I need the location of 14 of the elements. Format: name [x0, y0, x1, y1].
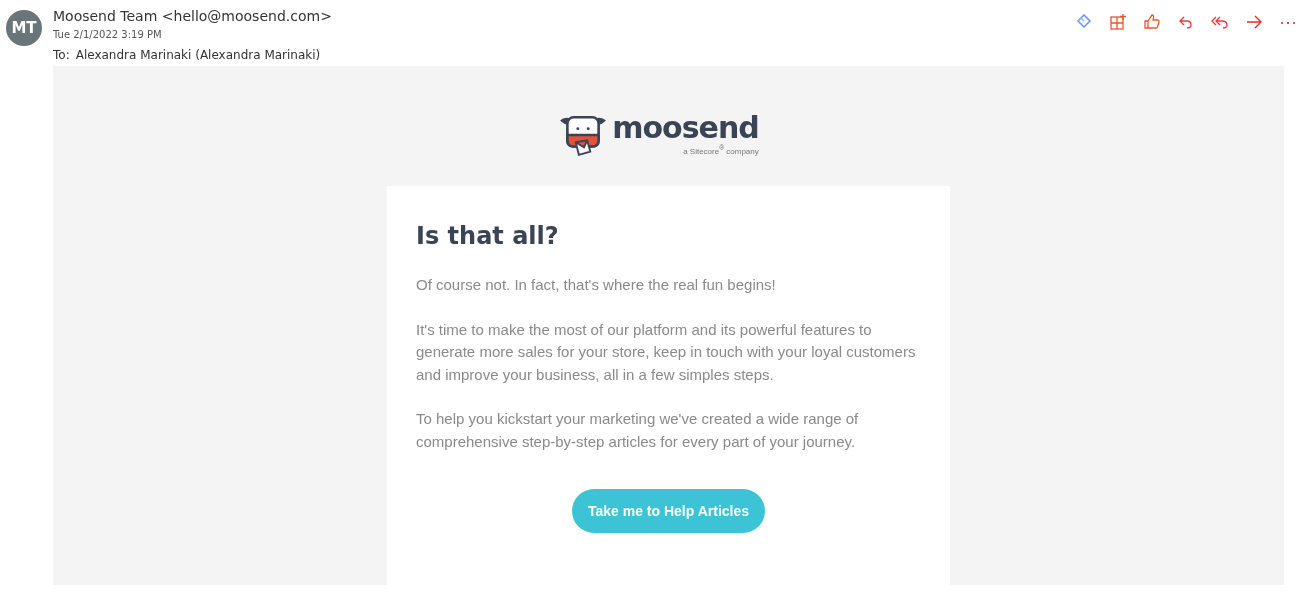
- to-label: To:: [53, 48, 70, 62]
- email-title: Is that all?: [416, 222, 560, 250]
- logo-wordmark: moosend: [612, 113, 759, 144]
- email-paragraph: Of course not. In fact, that's where the real fun begins!: [416, 275, 777, 295]
- thumbs-up-icon[interactable]: [1142, 12, 1162, 32]
- email-paragraph: It's time to make the most of our platform and its powerful features to generate more sales for your store, keep in touch with your loyal customers and improve your business, all in a few simples steps.: [416, 319, 917, 385]
- logo-tagline: a Sitecore$^{®}$ company: [683, 143, 759, 157]
- recipient: Alexandra Marinaki (Alexandra Marinaki): [75, 48, 321, 62]
- help-articles-button[interactable]: Take me to Help Articles: [571, 489, 766, 533]
- email-paragraph: To help you kickstart your marketing we've created a wide range of comprehensive step-by-step articles for every part of your journey.: [416, 409, 860, 452]
- sender-name: Moosend Team <hello@moosend.com>: [53, 8, 333, 25]
- apps-icon[interactable]: [1108, 12, 1128, 32]
- avatar: MT: [6, 10, 42, 46]
- sent-date: Tue 2/1/2022 3:19 PM: [53, 29, 163, 41]
